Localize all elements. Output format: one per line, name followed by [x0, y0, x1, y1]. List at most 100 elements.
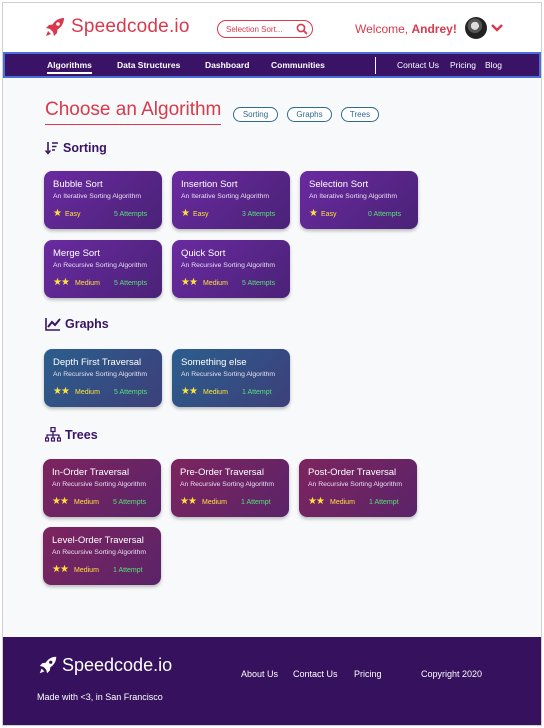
- filter-chip-trees[interactable]: Trees: [341, 107, 379, 122]
- nav-item-dashboard[interactable]: Dashboard: [205, 60, 249, 70]
- attempts-count: 0 Attempts: [368, 211, 402, 218]
- section-header-trees: Trees: [45, 427, 98, 442]
- rocket-icon: [46, 18, 64, 36]
- sort-icon: [45, 142, 58, 155]
- section-title-sorting: Sorting: [63, 141, 107, 155]
- footer: Speedcode.io Made with <3, in San Franci…: [3, 637, 541, 725]
- chevron-down-icon[interactable]: [490, 22, 504, 34]
- difficulty-label: Medium: [74, 567, 99, 574]
- avatar[interactable]: [465, 17, 487, 39]
- footer-link-pricing[interactable]: Pricing: [354, 669, 382, 679]
- difficulty-stars: ★★: [181, 277, 198, 288]
- nav-item-pricing[interactable]: Pricing: [450, 60, 476, 70]
- card-title: Post-Order Traversal: [308, 467, 397, 478]
- search-icon[interactable]: [296, 23, 308, 35]
- difficulty-label: Medium: [203, 280, 228, 287]
- attempts-count: 5 Attempts: [113, 499, 147, 506]
- attempts-count: 1 Attempt: [242, 389, 272, 396]
- tree-icon: [45, 427, 61, 442]
- footer-tagline: Made with <3, in San Francisco: [37, 692, 163, 702]
- difficulty-stars: ★: [53, 208, 62, 219]
- difficulty-label: Medium: [75, 280, 100, 287]
- footer-link-about-us[interactable]: About Us: [241, 669, 278, 679]
- nav-item-contact-us[interactable]: Contact Us: [397, 60, 439, 70]
- nav-item-data-structures[interactable]: Data Structures: [117, 60, 180, 70]
- card-subtitle: An Recursive Sorting Algorithm: [308, 481, 403, 488]
- attempts-count: 1 Attempt: [369, 499, 399, 506]
- attempts-count: 5 Attempts: [114, 211, 148, 218]
- algorithm-card[interactable]: Merge Sort An Recursive Sorting Algorith…: [44, 240, 162, 298]
- logo[interactable]: Speedcode.io: [43, 15, 190, 39]
- section-header-sorting: Sorting: [45, 141, 107, 155]
- difficulty-label: Medium: [202, 499, 227, 506]
- difficulty-label: Easy: [65, 211, 81, 218]
- footer-link-contact-us[interactable]: Contact Us: [293, 669, 338, 679]
- algorithm-card[interactable]: Insertion Sort An Iterative Sorting Algo…: [172, 171, 290, 229]
- footer-copyright: Copyright 2020: [421, 669, 483, 679]
- algorithm-card[interactable]: Post-Order Traversal An Recursive Sortin…: [299, 459, 417, 517]
- card-subtitle: An Iterative Sorting Algorithm: [309, 193, 398, 200]
- footer-logo-text: Speedcode.io: [62, 654, 173, 675]
- card-subtitle: An Recursive Sorting Algorithm: [180, 481, 275, 488]
- line-chart-icon: [45, 318, 61, 331]
- difficulty-stars: ★★: [53, 386, 70, 397]
- footer-logo[interactable]: Speedcode.io: [37, 654, 172, 676]
- section-title-graphs: Graphs: [65, 317, 109, 331]
- filter-chip-graphs[interactable]: Graphs: [287, 107, 332, 122]
- algorithm-card[interactable]: Quick Sort An Recursive Sorting Algorith…: [172, 240, 290, 298]
- difficulty-label: Easy: [193, 211, 209, 218]
- card-subtitle: An Recursive Sorting Algorithm: [52, 481, 147, 488]
- nav-divider: [375, 57, 376, 74]
- card-title: Quick Sort: [181, 248, 226, 259]
- card-title: Pre-Order Traversal: [180, 467, 264, 478]
- search-input[interactable]: [226, 23, 292, 36]
- attempts-count: 1 Attempt: [241, 499, 271, 506]
- nav-item-blog[interactable]: Blog: [485, 60, 502, 70]
- card-title: Bubble Sort: [53, 179, 103, 190]
- card-title: In-Order Traversal: [52, 467, 130, 478]
- difficulty-stars: ★★: [181, 386, 198, 397]
- difficulty-label: Medium: [330, 499, 355, 506]
- algorithm-card[interactable]: Pre-Order Traversal An Recursive Sorting…: [171, 459, 289, 517]
- algorithm-card[interactable]: Something else An Recursive Sorting Algo…: [172, 349, 290, 407]
- section-title-trees: Trees: [65, 427, 98, 442]
- nav-item-algorithms[interactable]: Algorithms: [47, 60, 92, 74]
- card-title: Selection Sort: [309, 179, 369, 190]
- algorithm-card[interactable]: Depth First Traversal An Recursive Sorti…: [44, 349, 162, 407]
- header: Speedcode.io Welcome, Andrey!: [3, 3, 541, 53]
- card-subtitle: An Recursive Sorting Algorithm: [53, 371, 148, 378]
- difficulty-stars: ★: [309, 208, 318, 219]
- difficulty-label: Medium: [75, 389, 100, 396]
- search-box: [217, 20, 313, 38]
- difficulty-stars: ★★: [180, 496, 197, 507]
- card-subtitle: An Recursive Sorting Algorithm: [181, 371, 276, 378]
- card-title: Something else: [181, 357, 247, 368]
- difficulty-stars: ★: [181, 208, 190, 219]
- section-header-graphs: Graphs: [45, 317, 109, 331]
- attempts-count: 5 Attempts: [242, 280, 276, 287]
- difficulty-stars: ★★: [308, 496, 325, 507]
- welcome-prefix: Welcome,: [355, 22, 412, 36]
- difficulty-stars: ★★: [53, 277, 70, 288]
- card-title: Merge Sort: [53, 248, 100, 259]
- rocket-icon: [39, 656, 57, 674]
- card-subtitle: An Iterative Sorting Algorithm: [181, 193, 270, 200]
- difficulty-stars: ★★: [52, 564, 69, 575]
- card-title: Level-Order Traversal: [52, 535, 144, 546]
- difficulty-label: Medium: [203, 389, 228, 396]
- nav-item-communities[interactable]: Communities: [271, 60, 325, 70]
- filter-chip-sorting[interactable]: Sorting: [233, 107, 278, 122]
- main-nav: Algorithms Data Structures Dashboard Com…: [3, 52, 541, 78]
- welcome-message: Welcome, Andrey!: [355, 22, 457, 36]
- algorithm-card[interactable]: Bubble Sort An Iterative Sorting Algorit…: [44, 171, 162, 229]
- difficulty-label: Easy: [321, 211, 337, 218]
- algorithm-card[interactable]: In-Order Traversal An Recursive Sorting …: [43, 459, 161, 517]
- card-title: Insertion Sort: [181, 179, 238, 190]
- logo-text: Speedcode.io: [71, 16, 190, 37]
- algorithm-card[interactable]: Level-Order Traversal An Recursive Sorti…: [43, 527, 161, 585]
- page: Speedcode.io Welcome, Andrey! Algorithms…: [2, 2, 542, 726]
- algorithm-card[interactable]: Selection Sort An Iterative Sorting Algo…: [300, 171, 418, 229]
- user-name: Andrey!: [411, 22, 457, 36]
- difficulty-stars: ★★: [52, 496, 69, 507]
- attempts-count: 1 Attempt: [113, 567, 143, 574]
